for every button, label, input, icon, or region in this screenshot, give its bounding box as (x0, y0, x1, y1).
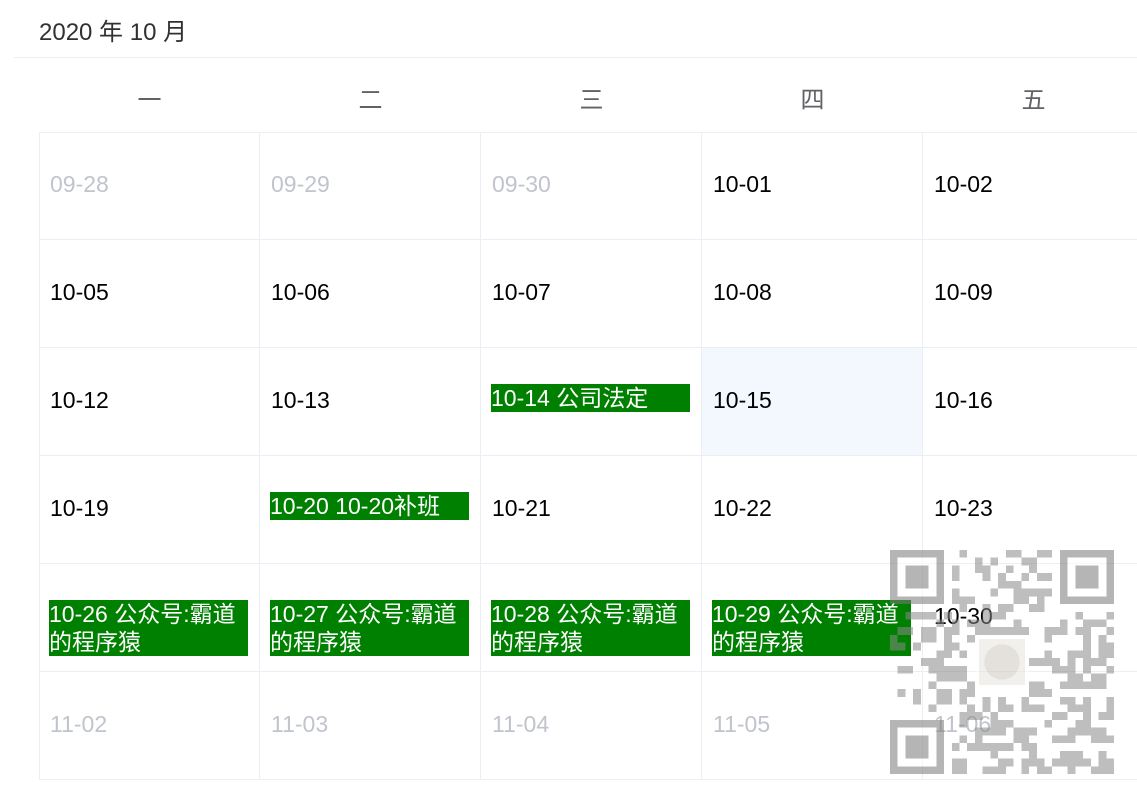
weekday-tue: 二 (358, 87, 383, 114)
calendar-day-cell[interactable]: 10-02 (923, 132, 1137, 240)
calendar-day-cell[interactable]: 10-30 (923, 564, 1137, 672)
calendar-day-cell[interactable]: 10-29 公众号:霸道的程序猿 (702, 564, 923, 672)
calendar-day-cell[interactable]: 11-06 (923, 672, 1137, 780)
calendar-day-cell[interactable]: 10-15 (702, 348, 923, 456)
calendar-day-cell[interactable]: 09-29 (260, 132, 481, 240)
calendar-day-cell[interactable]: 11-02 (39, 672, 260, 780)
calendar-day-label: 10-23 (934, 495, 993, 521)
calendar-day-label: 11-04 (492, 711, 550, 737)
calendar-day-label: 10-05 (50, 279, 109, 305)
calendar-day-cell[interactable]: 10-26 公众号:霸道的程序猿 (39, 564, 260, 672)
calendar-day-cell[interactable]: 11-05 (702, 672, 923, 780)
calendar-day-label: 10-16 (934, 387, 993, 413)
calendar-day-cell[interactable]: 11-03 (260, 672, 481, 780)
calendar-day-cell[interactable]: 10-01 (702, 132, 923, 240)
calendar-day-cell[interactable]: 10-07 (481, 240, 702, 348)
calendar-day-label: 09-30 (492, 171, 551, 197)
calendar-day-label: 10-06 (271, 279, 330, 305)
calendar-grid: 09-28 09-29 09-30 10-01 10-02 10-05 10-06 10-07… (39, 132, 1137, 780)
calendar-day-label: 10-07 (492, 279, 551, 305)
calendar-day-cell[interactable]: 10-21 (481, 456, 702, 564)
calendar-day-cell[interactable]: 10-27 公众号:霸道的程序猿 (260, 564, 481, 672)
calendar-event-label: 10-27 公众号:霸道的程序猿 (270, 600, 469, 656)
calendar-day-label: 11-05 (713, 711, 771, 737)
calendar-event-label: 10-29 公众号:霸道的程序猿 (712, 600, 911, 656)
calendar-page: 2020 年 10 月 一 二 三 四 五 09-28 09-29 09-30 10-… (0, 0, 1137, 797)
calendar-day-label: 10-19 (50, 495, 109, 521)
calendar-day-cell[interactable]: 10-14 公司法定 (481, 348, 702, 456)
weekday-fri: 五 (1021, 87, 1046, 114)
calendar-day-cell[interactable]: 10-06 (260, 240, 481, 348)
weekday-wed: 三 (579, 87, 604, 114)
calendar-day-label: 10-21 (492, 495, 551, 521)
calendar-day-cell[interactable]: 10-19 (39, 456, 260, 564)
weekday-thu: 四 (800, 87, 825, 114)
calendar-day-cell[interactable]: 10-13 (260, 348, 481, 456)
weekday-mon: 一 (137, 87, 162, 114)
calendar-day-label: 10-02 (934, 171, 993, 197)
calendar-day-cell[interactable]: 10-09 (923, 240, 1137, 348)
calendar-day-cell[interactable]: 10-28 公众号:霸道的程序猿 (481, 564, 702, 672)
calendar-day-label: 10-08 (713, 279, 772, 305)
calendar-day-cell[interactable]: 10-20 10-20补班 (260, 456, 481, 564)
calendar-day-label: 10-09 (934, 279, 993, 305)
calendar-day-cell[interactable]: 10-16 (923, 348, 1137, 456)
calendar-day-label: 10-22 (713, 495, 772, 521)
calendar-day-label: 09-29 (271, 171, 330, 197)
calendar-day-cell[interactable]: 10-22 (702, 456, 923, 564)
calendar-day-label: 10-30 (934, 603, 993, 629)
calendar-day-label: 10-12 (50, 387, 109, 413)
calendar-day-cell[interactable]: 10-05 (39, 240, 260, 348)
calendar-day-label: 11-03 (271, 711, 329, 737)
calendar-header: 2020 年 10 月 (14, 0, 1137, 58)
calendar-day-cell[interactable]: 10-12 (39, 348, 260, 456)
calendar-event-label: 10-26 公众号:霸道的程序猿 (49, 600, 248, 656)
calendar-day-label: 10-13 (271, 387, 330, 413)
calendar-day-cell[interactable]: 09-30 (481, 132, 702, 240)
calendar-title: 2020 年 10 月 (39, 19, 188, 46)
calendar-day-cell[interactable]: 11-04 (481, 672, 702, 780)
calendar-event-label: 10-14 公司法定 (491, 384, 690, 412)
calendar-day-label: 11-06 (934, 711, 992, 737)
calendar-day-cell[interactable]: 10-08 (702, 240, 923, 348)
calendar-event-label: 10-20 10-20补班 (270, 492, 469, 520)
calendar-day-label: 10-15 (713, 387, 772, 413)
calendar-day-cell[interactable]: 10-23 (923, 456, 1137, 564)
calendar-day-label: 11-02 (50, 711, 108, 737)
calendar-event-label: 10-28 公众号:霸道的程序猿 (491, 600, 690, 656)
calendar-day-label: 10-01 (713, 171, 772, 197)
calendar-day-cell[interactable]: 09-28 (39, 132, 260, 240)
calendar-day-label: 09-28 (50, 171, 109, 197)
